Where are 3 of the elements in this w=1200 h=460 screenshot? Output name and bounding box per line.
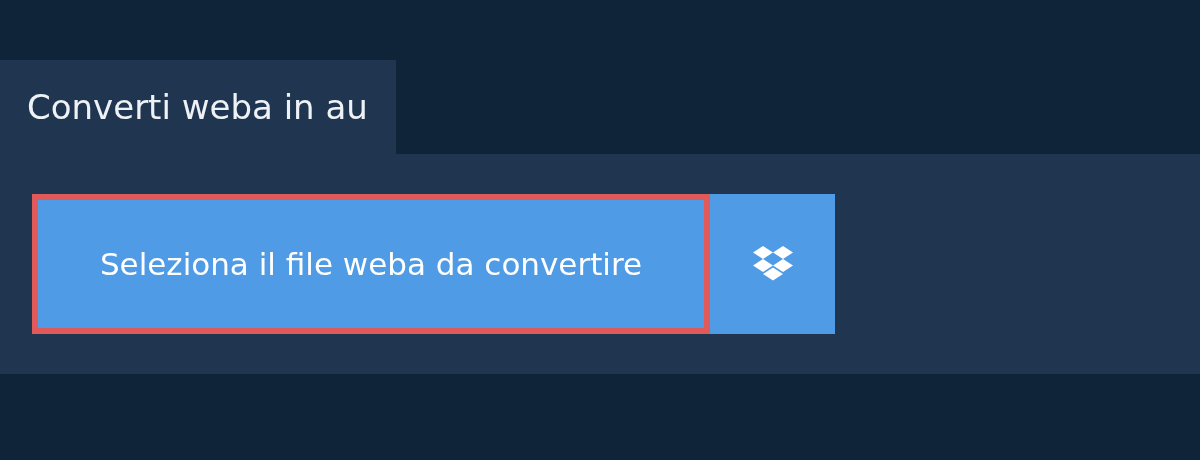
converter-tab[interactable]: Converti weba in au: [0, 60, 396, 154]
dropbox-button[interactable]: [710, 194, 835, 334]
dropbox-icon: [751, 246, 794, 282]
